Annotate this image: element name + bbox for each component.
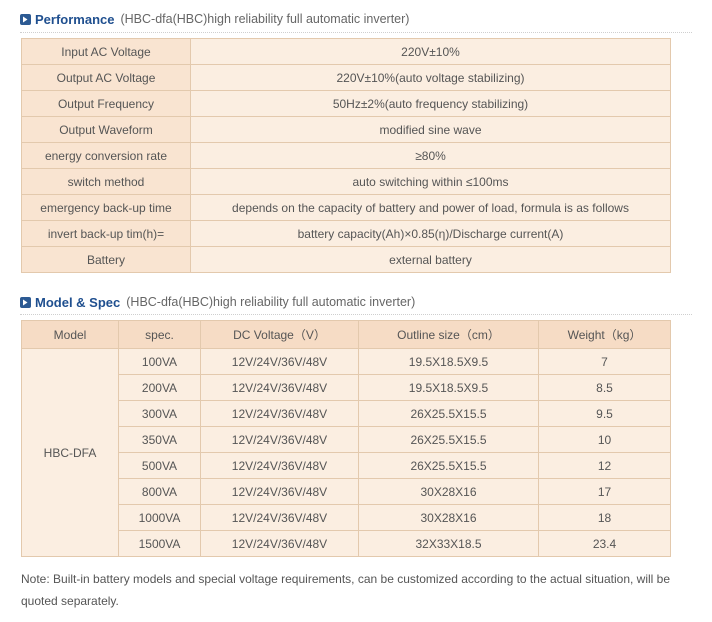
row-value: modified sine wave: [190, 116, 671, 143]
spec-cell: 500VA: [118, 452, 201, 479]
chevron-right-icon: [20, 296, 31, 308]
dc-voltage-cell: 12V/24V/36V/48V: [200, 426, 359, 453]
row-label: switch method: [21, 168, 191, 195]
table-row: 350VA 12V/24V/36V/48V 26X25.5X15.5 10: [22, 426, 671, 453]
column-header-dc-voltage: DC Voltage（V）: [200, 320, 359, 349]
model-cell: HBC-DFA: [21, 348, 119, 557]
model-spec-section-header: Model & Spec (HBC-dfa(HBC)high reliabili…: [20, 292, 692, 312]
performance-section-header: Performance (HBC-dfa(HBC)high reliabilit…: [20, 9, 692, 29]
chevron-right-icon: [20, 13, 31, 25]
column-header-outline-size: Outline size（cm）: [358, 320, 539, 349]
spec-cell: 200VA: [118, 374, 201, 401]
weight-cell: 10: [538, 426, 671, 453]
outline-size-cell: 32X33X18.5: [358, 530, 539, 557]
table-row: 500VA 12V/24V/36V/48V 26X25.5X15.5 12: [22, 452, 671, 479]
spec-cell: 300VA: [118, 400, 201, 427]
outline-size-cell: 19.5X18.5X9.5: [358, 374, 539, 401]
weight-cell: 9.5: [538, 400, 671, 427]
outline-size-cell: 30X28X16: [358, 504, 539, 531]
weight-cell: 23.4: [538, 530, 671, 557]
performance-divider: [20, 32, 692, 33]
column-header-weight: Weight（kg）: [538, 320, 671, 349]
table-row: switch method auto switching within ≤100m…: [21, 168, 671, 195]
dc-voltage-cell: 12V/24V/36V/48V: [200, 530, 359, 557]
table-row: Output Waveform modified sine wave: [21, 116, 671, 143]
table-row: 300VA 12V/24V/36V/48V 26X25.5X15.5 9.5: [22, 400, 671, 427]
row-value: 220V±10%(auto voltage stabilizing): [190, 64, 671, 91]
performance-subtitle: (HBC-dfa(HBC)high reliability full autom…: [120, 12, 410, 26]
weight-cell: 12: [538, 452, 671, 479]
model-spec-divider: [20, 314, 692, 315]
footnote: Note: Built-in battery models and specia…: [21, 572, 671, 608]
row-value: battery capacity(Ah)×0.85(η)/Discharge c…: [190, 220, 671, 247]
model-spec-subtitle: (HBC-dfa(HBC)high reliability full autom…: [126, 295, 416, 309]
weight-cell: 8.5: [538, 374, 671, 401]
dc-voltage-cell: 12V/24V/36V/48V: [200, 400, 359, 427]
row-value: ≥80%: [190, 142, 671, 169]
spec-cell: 100VA: [118, 348, 201, 375]
weight-cell: 17: [538, 478, 671, 505]
table-row: Output AC Voltage 220V±10%(auto voltage s…: [21, 64, 671, 91]
row-label: Output Frequency: [21, 90, 191, 117]
row-label: energy conversion rate: [21, 142, 191, 169]
spec-cell: 1000VA: [118, 504, 201, 531]
row-label: Input AC Voltage: [21, 38, 191, 65]
row-value: 50Hz±2%(auto frequency stabilizing): [190, 90, 671, 117]
row-label: invert back-up tim(h)=: [21, 220, 191, 247]
row-value: external battery: [190, 246, 671, 273]
table-row: Output Frequency 50Hz±2%(auto frequency s…: [21, 90, 671, 117]
weight-cell: 7: [538, 348, 671, 375]
outline-size-cell: 26X25.5X15.5: [358, 400, 539, 427]
table-row: 200VA 12V/24V/36V/48V 19.5X18.5X9.5 8.5: [22, 374, 671, 401]
dc-voltage-cell: 12V/24V/36V/48V: [200, 452, 359, 479]
performance-title: Performance: [35, 11, 115, 27]
row-value: 220V±10%: [190, 38, 671, 65]
table-header-row: Model spec. DC Voltage（V） Outline size（c…: [21, 320, 671, 349]
table-row: 800VA 12V/24V/36V/48V 30X28X16 17: [22, 478, 671, 505]
table-row: 1000VA 12V/24V/36V/48V 30X28X16 18: [22, 504, 671, 531]
outline-size-cell: 19.5X18.5X9.5: [358, 348, 539, 375]
outline-size-cell: 30X28X16: [358, 478, 539, 505]
model-spec-title: Model & Spec: [35, 294, 121, 310]
table-row: Input AC Voltage 220V±10%: [21, 38, 671, 65]
outline-size-cell: 26X25.5X15.5: [358, 426, 539, 453]
dc-voltage-cell: 12V/24V/36V/48V: [200, 348, 359, 375]
row-value: depends on the capacity of battery and p…: [190, 194, 671, 221]
column-header-model: Model: [21, 320, 119, 349]
table-row: HBC-DFA 100VA 12V/24V/36V/48V 19.5X18.5X…: [21, 348, 671, 557]
table-row: Battery external battery: [21, 246, 671, 273]
row-label: Battery: [21, 246, 191, 273]
weight-cell: 18: [538, 504, 671, 531]
row-value: auto switching within ≤100ms: [190, 168, 671, 195]
spec-cell: 350VA: [118, 426, 201, 453]
table-row: 1500VA 12V/24V/36V/48V 32X33X18.5 23.4: [22, 530, 671, 557]
outline-size-cell: 26X25.5X15.5: [358, 452, 539, 479]
performance-table: Input AC Voltage 220V±10% Output AC Volta…: [21, 38, 671, 273]
table-row: emergency back-up time depends on the cap…: [21, 194, 671, 221]
table-row: invert back-up tim(h)= battery capacity(A…: [21, 220, 671, 247]
spec-cell: 1500VA: [118, 530, 201, 557]
row-label: Output AC Voltage: [21, 64, 191, 91]
dc-voltage-cell: 12V/24V/36V/48V: [200, 374, 359, 401]
row-label: Output Waveform: [21, 116, 191, 143]
table-row: energy conversion rate ≥80%: [21, 142, 671, 169]
column-header-spec: spec.: [118, 320, 201, 349]
model-spec-table: Model spec. DC Voltage（V） Outline size（c…: [21, 320, 671, 557]
dc-voltage-cell: 12V/24V/36V/48V: [200, 478, 359, 505]
spec-cell: 800VA: [118, 478, 201, 505]
row-label: emergency back-up time: [21, 194, 191, 221]
dc-voltage-cell: 12V/24V/36V/48V: [200, 504, 359, 531]
